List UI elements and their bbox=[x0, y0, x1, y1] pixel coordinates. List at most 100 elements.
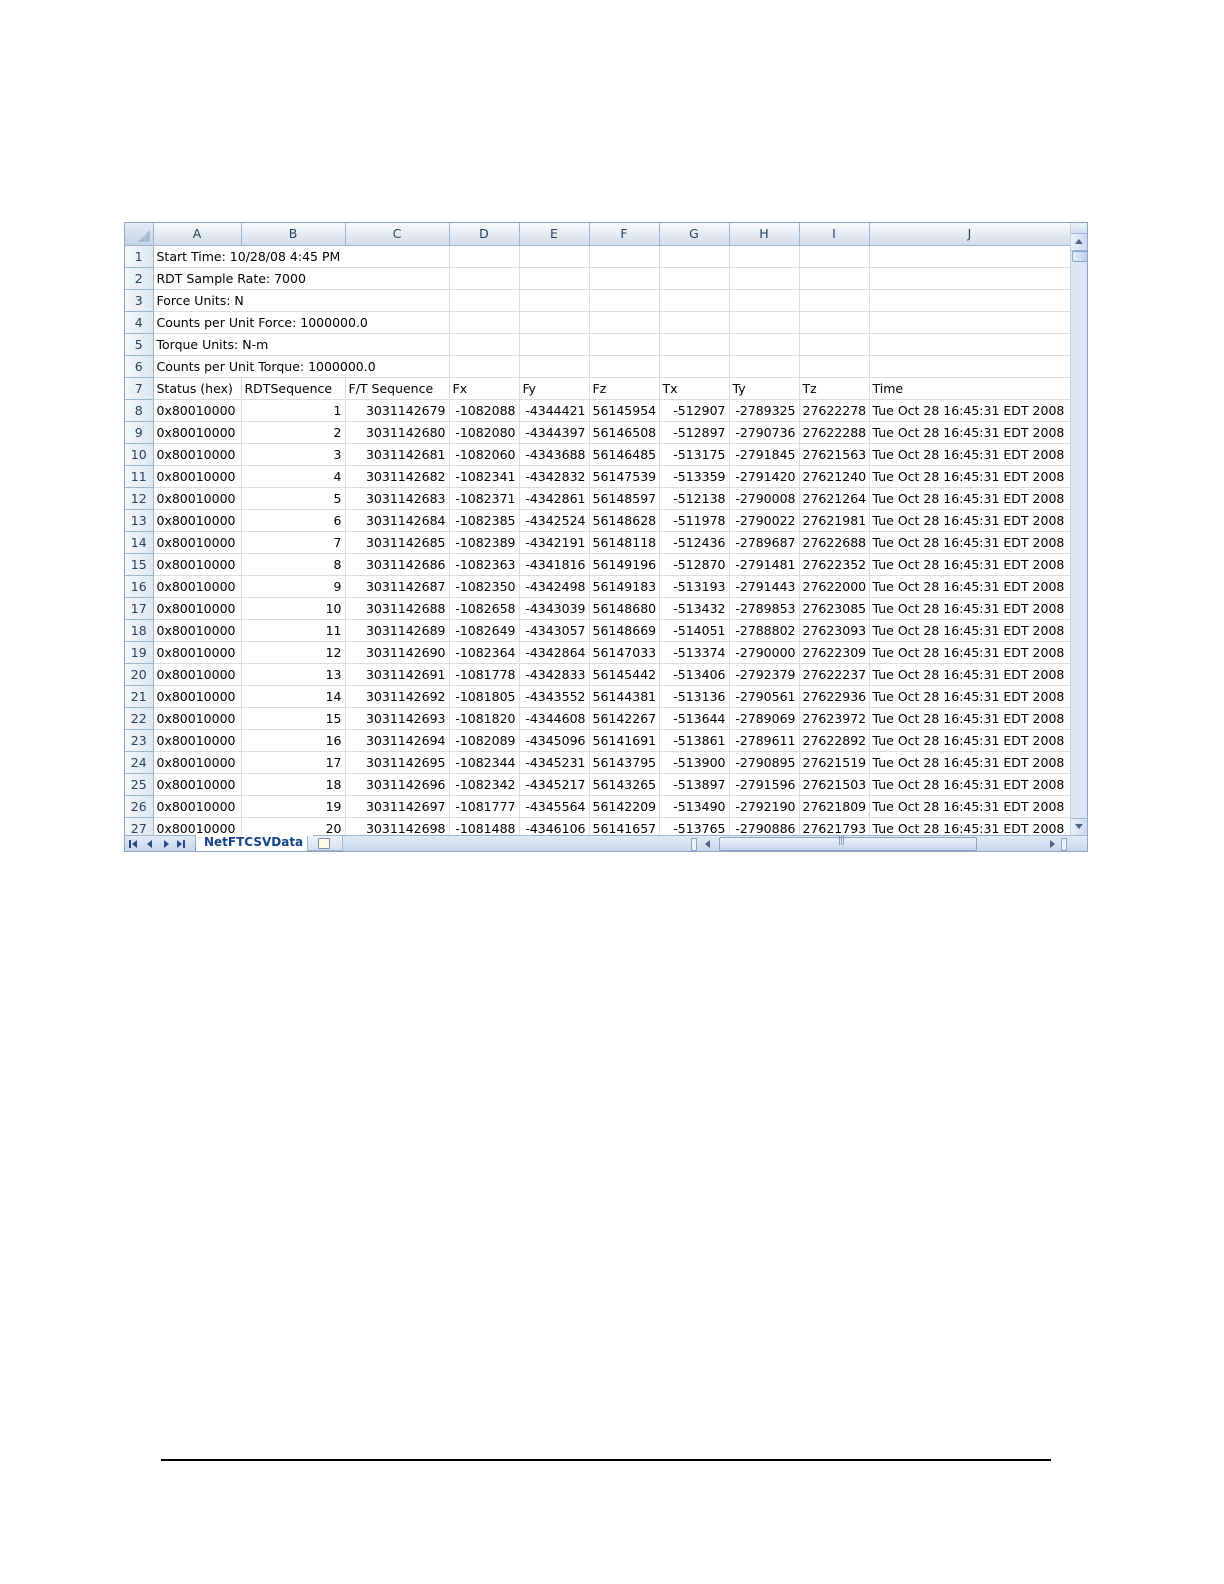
data-cell[interactable]: -1081778 bbox=[449, 663, 520, 686]
data-cell[interactable]: 0x80010000 bbox=[153, 421, 242, 444]
empty-cell[interactable] bbox=[869, 311, 1071, 334]
data-cell[interactable]: Tue Oct 28 16:45:31 EDT 2008 bbox=[869, 773, 1071, 796]
data-cell[interactable]: 56149183 bbox=[589, 575, 660, 598]
empty-cell[interactable] bbox=[519, 289, 590, 312]
data-cell[interactable]: 3031142683 bbox=[345, 487, 450, 510]
data-cell[interactable]: -1082389 bbox=[449, 531, 520, 554]
data-cell[interactable]: -2791420 bbox=[729, 465, 800, 488]
data-cell[interactable]: -513490 bbox=[659, 795, 730, 818]
row-header[interactable]: 4 bbox=[125, 311, 154, 334]
empty-cell[interactable] bbox=[449, 311, 520, 334]
data-cell[interactable]: 27621981 bbox=[799, 509, 870, 532]
data-cell[interactable]: -4344397 bbox=[519, 421, 590, 444]
data-cell[interactable]: -4342833 bbox=[519, 663, 590, 686]
data-cell[interactable]: -2789853 bbox=[729, 597, 800, 620]
data-cell[interactable]: 27622309 bbox=[799, 641, 870, 664]
data-cell[interactable]: 18 bbox=[241, 773, 346, 796]
data-cell[interactable]: -512436 bbox=[659, 531, 730, 554]
empty-cell[interactable] bbox=[799, 311, 870, 334]
data-cell[interactable]: 10 bbox=[241, 597, 346, 620]
data-cell[interactable]: 6 bbox=[241, 509, 346, 532]
data-cell[interactable]: -4344421 bbox=[519, 399, 590, 422]
data-cell[interactable]: 0x80010000 bbox=[153, 663, 242, 686]
data-cell[interactable]: -4342861 bbox=[519, 487, 590, 510]
row-header[interactable]: 16 bbox=[125, 575, 154, 598]
data-cell[interactable]: 56145442 bbox=[589, 663, 660, 686]
empty-cell[interactable] bbox=[799, 289, 870, 312]
data-cell[interactable]: 0x80010000 bbox=[153, 399, 242, 422]
data-cell[interactable]: 3 bbox=[241, 443, 346, 466]
data-cell[interactable]: -1082089 bbox=[449, 729, 520, 752]
row-header[interactable]: 3 bbox=[125, 289, 154, 312]
row-header[interactable]: 11 bbox=[125, 465, 154, 488]
last-sheet-icon[interactable] bbox=[177, 838, 187, 850]
data-cell[interactable]: -1082341 bbox=[449, 465, 520, 488]
empty-cell[interactable] bbox=[659, 355, 730, 378]
data-cell[interactable]: -4342191 bbox=[519, 531, 590, 554]
scroll-left-arrow-icon[interactable] bbox=[701, 836, 715, 851]
data-cell[interactable]: 0x80010000 bbox=[153, 751, 242, 774]
data-cell[interactable]: Tue Oct 28 16:45:31 EDT 2008 bbox=[869, 597, 1071, 620]
data-cell[interactable]: 14 bbox=[241, 685, 346, 708]
empty-cell[interactable] bbox=[519, 333, 590, 356]
data-cell[interactable]: 56142209 bbox=[589, 795, 660, 818]
empty-cell[interactable] bbox=[869, 289, 1071, 312]
data-cell[interactable]: Tue Oct 28 16:45:31 EDT 2008 bbox=[869, 553, 1071, 576]
metadata-cell[interactable]: Start Time: 10/28/08 4:45 PM bbox=[153, 245, 450, 268]
data-cell[interactable]: 4 bbox=[241, 465, 346, 488]
data-cell[interactable]: 56142267 bbox=[589, 707, 660, 730]
field-header-cell[interactable]: Tx bbox=[659, 377, 730, 400]
data-cell[interactable]: 56146485 bbox=[589, 443, 660, 466]
data-cell[interactable]: 56141691 bbox=[589, 729, 660, 752]
column-header-b[interactable]: B bbox=[241, 223, 346, 246]
empty-cell[interactable] bbox=[799, 333, 870, 356]
field-header-cell[interactable]: Status (hex) bbox=[153, 377, 242, 400]
empty-cell[interactable] bbox=[869, 333, 1071, 356]
data-cell[interactable]: Tue Oct 28 16:45:31 EDT 2008 bbox=[869, 729, 1071, 752]
data-cell[interactable]: 17 bbox=[241, 751, 346, 774]
data-cell[interactable]: 0x80010000 bbox=[153, 795, 242, 818]
row-header[interactable]: 22 bbox=[125, 707, 154, 730]
data-cell[interactable]: 27622352 bbox=[799, 553, 870, 576]
data-cell[interactable]: 56148628 bbox=[589, 509, 660, 532]
data-cell[interactable]: 27622288 bbox=[799, 421, 870, 444]
data-cell[interactable]: 27621809 bbox=[799, 795, 870, 818]
data-cell[interactable]: Tue Oct 28 16:45:31 EDT 2008 bbox=[869, 465, 1071, 488]
data-cell[interactable]: -2790561 bbox=[729, 685, 800, 708]
data-cell[interactable]: 56143265 bbox=[589, 773, 660, 796]
data-cell[interactable]: -512870 bbox=[659, 553, 730, 576]
data-cell[interactable]: -513136 bbox=[659, 685, 730, 708]
data-cell[interactable]: -1082350 bbox=[449, 575, 520, 598]
row-header[interactable]: 12 bbox=[125, 487, 154, 510]
data-cell[interactable]: -4342832 bbox=[519, 465, 590, 488]
data-cell[interactable]: 56149196 bbox=[589, 553, 660, 576]
data-cell[interactable]: 0x80010000 bbox=[153, 641, 242, 664]
field-header-cell[interactable]: Tz bbox=[799, 377, 870, 400]
empty-cell[interactable] bbox=[519, 311, 590, 334]
data-cell[interactable]: 13 bbox=[241, 663, 346, 686]
empty-cell[interactable] bbox=[799, 245, 870, 268]
data-cell[interactable]: -1081777 bbox=[449, 795, 520, 818]
data-cell[interactable]: -1081805 bbox=[449, 685, 520, 708]
data-cell[interactable]: -4343552 bbox=[519, 685, 590, 708]
column-header-a[interactable]: A bbox=[153, 223, 242, 246]
empty-cell[interactable] bbox=[589, 355, 660, 378]
data-cell[interactable]: -4345564 bbox=[519, 795, 590, 818]
data-cell[interactable]: 0x80010000 bbox=[153, 443, 242, 466]
empty-cell[interactable] bbox=[659, 245, 730, 268]
data-cell[interactable]: -1082385 bbox=[449, 509, 520, 532]
empty-cell[interactable] bbox=[449, 267, 520, 290]
empty-cell[interactable] bbox=[729, 311, 800, 334]
data-cell[interactable]: Tue Oct 28 16:45:31 EDT 2008 bbox=[869, 707, 1071, 730]
data-cell[interactable]: Tue Oct 28 16:45:31 EDT 2008 bbox=[869, 751, 1071, 774]
data-cell[interactable]: -2788802 bbox=[729, 619, 800, 642]
row-header[interactable]: 8 bbox=[125, 399, 154, 422]
data-cell[interactable]: -513193 bbox=[659, 575, 730, 598]
data-cell[interactable]: 0x80010000 bbox=[153, 465, 242, 488]
scroll-down-arrow-icon[interactable] bbox=[1071, 818, 1087, 835]
data-cell[interactable]: 56145954 bbox=[589, 399, 660, 422]
data-cell[interactable]: 0x80010000 bbox=[153, 707, 242, 730]
column-header-j[interactable]: J bbox=[869, 223, 1071, 246]
data-cell[interactable]: -514051 bbox=[659, 619, 730, 642]
data-cell[interactable]: -513644 bbox=[659, 707, 730, 730]
